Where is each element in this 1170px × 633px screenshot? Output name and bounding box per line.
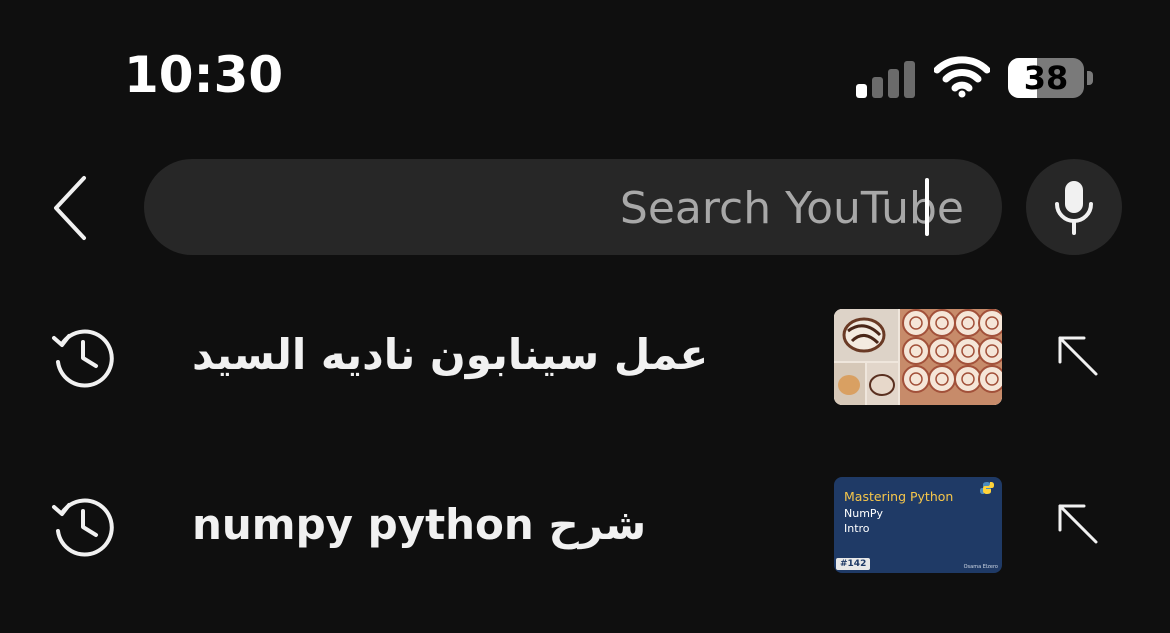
search-suggestion[interactable]: numpy python شرح Mastering Python NumPy … [0,460,1170,590]
thumbnail-badge: #142 [836,558,871,570]
search-suggestion[interactable]: عمل سينابون ناديه السيد [0,292,1170,422]
search-input[interactable] [262,159,966,257]
cinnamon-rolls-thumbnail [834,309,1002,405]
status-time: 10:30 [124,46,284,104]
chevron-left-icon [54,176,86,240]
python-logo-icon [980,482,994,494]
arrow-up-left-icon[interactable] [1054,500,1102,548]
thumbnail-line: Intro [844,522,870,535]
search-box[interactable] [144,159,1002,257]
battery-indicator: 38 [1008,58,1094,98]
suggestion-text: numpy python شرح [192,500,647,549]
text-cursor [925,178,929,236]
back-button[interactable] [46,172,102,244]
battery-percent: 38 [1023,59,1069,97]
status-bar: 10:30 38 [0,0,1170,150]
voice-search-button[interactable] [1026,159,1122,255]
history-icon [50,324,116,390]
thumbnail-title: Mastering Python [844,489,954,504]
mic-icon [1055,181,1093,235]
wifi-icon [933,56,991,98]
suggestion-text: عمل سينابون ناديه السيد [192,330,709,379]
python-numpy-thumbnail: Mastering Python NumPy Intro #142 Osama … [834,477,1002,573]
cellular-signal-icon [856,60,916,98]
thumbnail-credit: Osama Elzero [963,564,998,570]
history-icon [50,493,116,559]
thumbnail-line: NumPy [844,507,884,520]
arrow-up-left-icon[interactable] [1054,332,1102,380]
